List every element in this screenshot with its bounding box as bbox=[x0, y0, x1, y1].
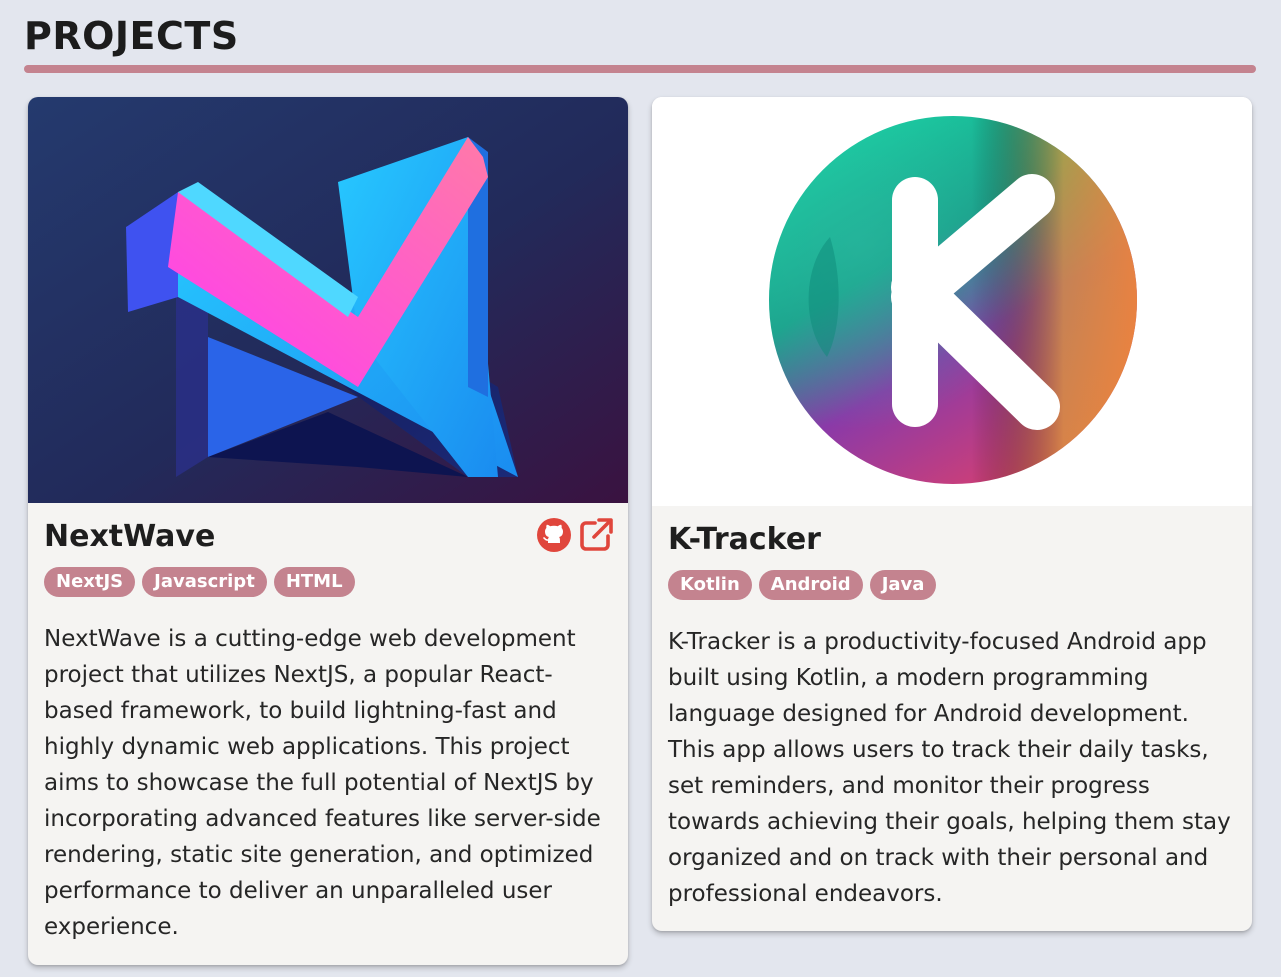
nextwave-logo bbox=[28, 97, 628, 503]
github-icon[interactable] bbox=[536, 517, 572, 553]
project-body: K-Tracker Kotlin Android Java K-Tracker … bbox=[652, 506, 1252, 912]
project-card-k-tracker[interactable]: K-Tracker Kotlin Android Java K-Tracker … bbox=[652, 97, 1252, 931]
project-image-k-tracker[interactable] bbox=[652, 97, 1252, 506]
tag-html: HTML bbox=[273, 567, 355, 597]
project-card-nextwave[interactable]: NextWave NextJS Javascript HTML NextWave bbox=[28, 97, 628, 965]
tag-list: NextJS Javascript HTML bbox=[44, 567, 612, 597]
tag-nextjs: NextJS bbox=[44, 567, 136, 597]
project-title: NextWave bbox=[44, 519, 216, 554]
title-divider bbox=[24, 65, 1256, 73]
projects-page: PROJECTS NextWave NextJS Javascript HTML… bbox=[0, 0, 1281, 977]
tag-list: Kotlin Android Java bbox=[668, 570, 1236, 600]
project-image-nextwave[interactable] bbox=[28, 97, 628, 503]
project-description: K-Tracker is a productivity-focused Andr… bbox=[668, 629, 1231, 907]
project-body: NextWave NextJS Javascript HTML NextWave bbox=[28, 503, 628, 945]
project-links bbox=[536, 517, 614, 553]
k-tracker-logo bbox=[652, 97, 1252, 506]
project-title: K-Tracker bbox=[668, 522, 821, 557]
project-description: NextWave is a cutting-edge web developme… bbox=[44, 626, 601, 940]
tag-android: Android bbox=[758, 570, 863, 600]
tag-kotlin: Kotlin bbox=[668, 570, 752, 600]
tag-javascript: Javascript bbox=[142, 567, 267, 597]
external-link-icon[interactable] bbox=[578, 517, 614, 553]
tag-java: Java bbox=[869, 570, 937, 600]
section-title: PROJECTS bbox=[24, 14, 239, 58]
